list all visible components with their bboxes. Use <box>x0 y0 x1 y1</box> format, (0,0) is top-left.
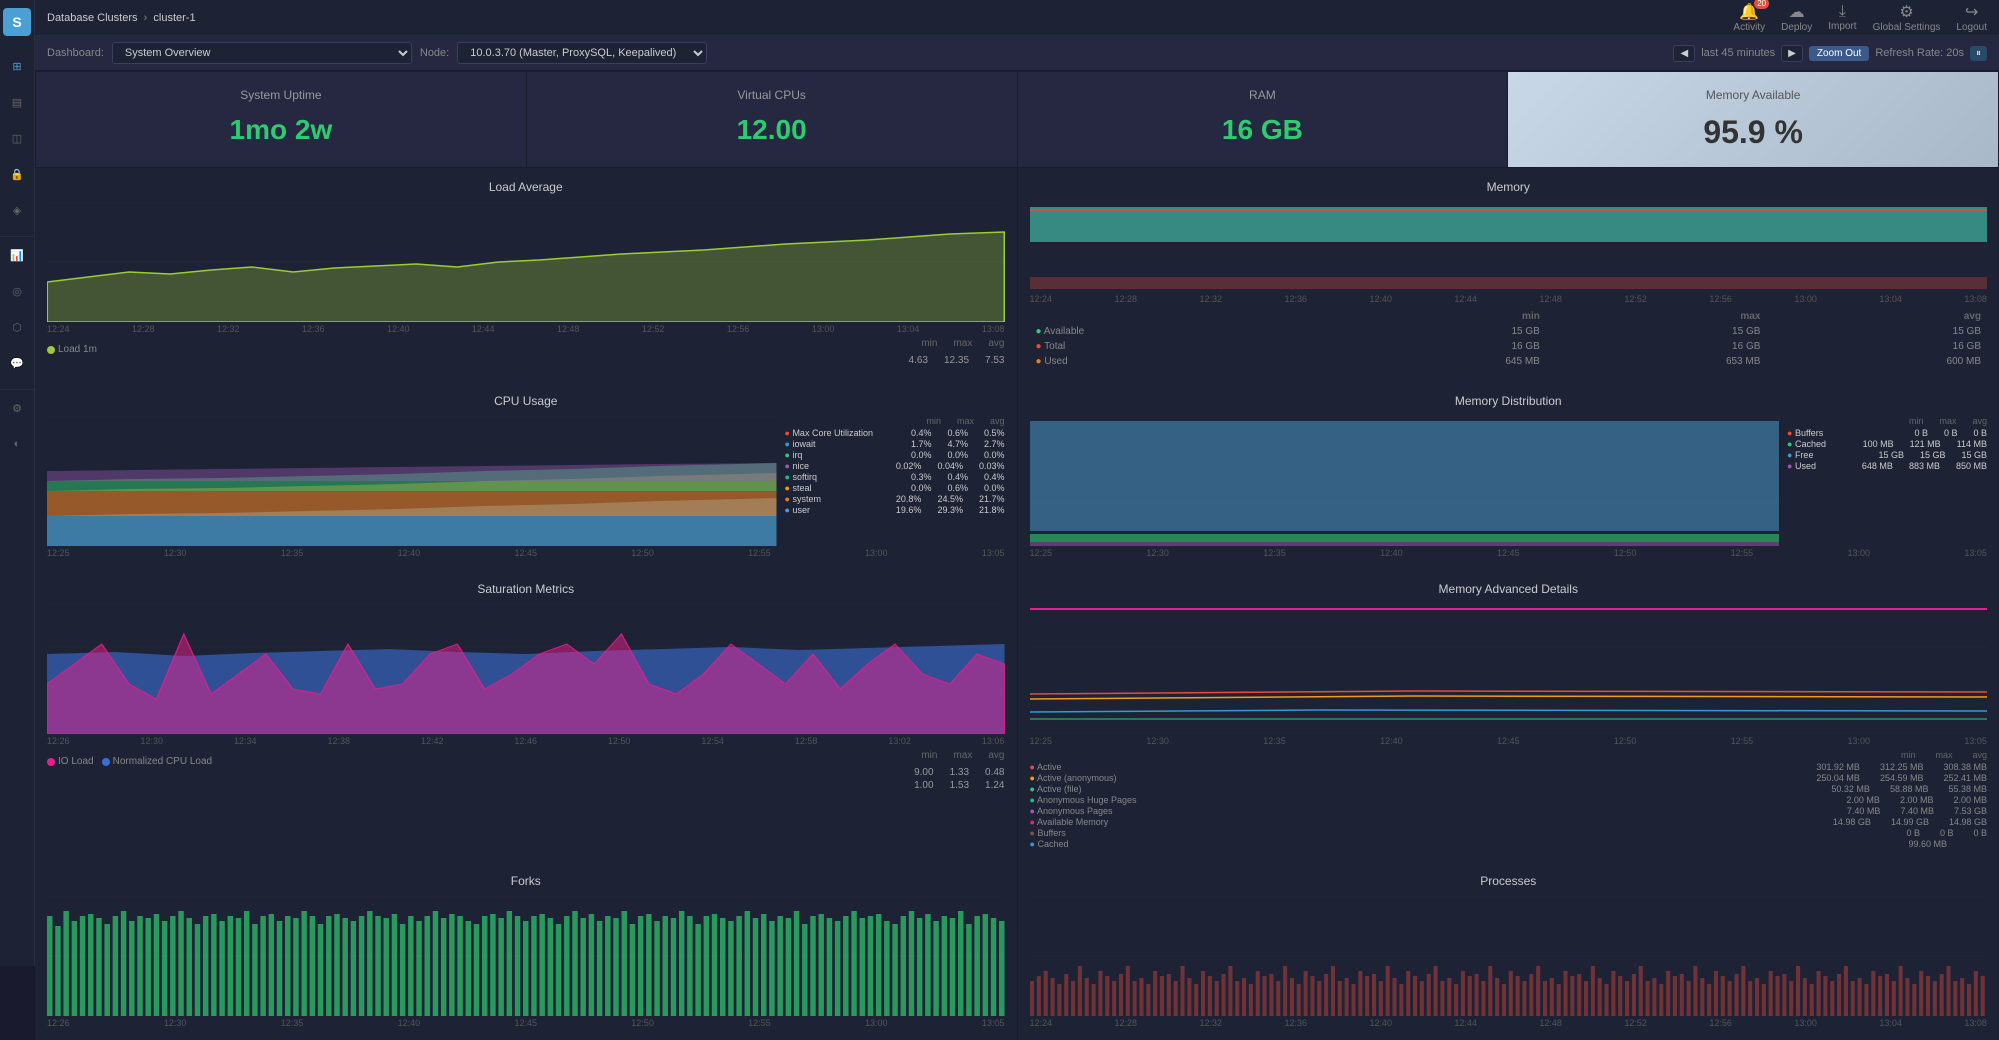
memory-chart <box>1030 202 1988 292</box>
processes-title: Processes <box>1030 874 1988 888</box>
saturation-xaxis: 12:2612:3012:3412:3812:4212:4612:5012:54… <box>47 736 1005 746</box>
mem-dist-legend: minmaxavg ● Buffers 0 B0 B0 B ● Cached 1… <box>1787 416 1987 546</box>
breadcrumb: Database Clusters › cluster-1 <box>47 12 196 24</box>
cpu-xaxis: 12:2512:3012:3512:4012:4512:5012:5513:00… <box>47 548 1005 558</box>
node-label: Node: <box>420 47 449 59</box>
stats-row: System Uptime 1mo 2w Virtual CPUs 12.00 … <box>35 71 1999 168</box>
dashboard-select[interactable]: System Overview <box>112 42 412 64</box>
memory-panel: Memory 12:2412:2812:3212:3612:4012:4412:… <box>1018 168 1999 382</box>
saturation-legend: IO Load Normalized CPU Load <box>47 756 212 767</box>
load-average-title: Load Average <box>47 180 1005 194</box>
memory-title: Memory <box>1030 180 1988 194</box>
ram-value: 16 GB <box>1038 114 1488 146</box>
sidebar-icon-settings[interactable]: ⚙ <box>3 394 31 422</box>
cpu-legend: minmaxavg ● Max Core Utilization 0.4%0.6… <box>785 416 1005 546</box>
topbar: Database Clusters › cluster-1 🔔20 Activi… <box>35 0 1999 36</box>
charts-row-1: Load Average 12:2412:2812:3212:3612:4012… <box>35 168 1999 382</box>
ram-card: RAM 16 GB <box>1018 72 1508 167</box>
vcpu-card: Virtual CPUs 12.00 <box>527 72 1017 167</box>
cpu-usage-panel: CPU Usage <box>35 382 1017 570</box>
charts-row-3: Saturation Metrics 12:2612:3012:3412:381… <box>35 570 1999 862</box>
refresh-rate: Refresh Rate: 20s <box>1875 47 1964 59</box>
sidebar-icon-moon[interactable]: ◐ <box>3 430 31 458</box>
main-content: Dashboard: System Overview Node: 10.0.3.… <box>35 36 1999 1040</box>
node-select[interactable]: 10.0.3.70 (Master, ProxySQL, Keepalived) <box>457 42 707 64</box>
memory-avail-value: 95.9 % <box>1528 114 1978 151</box>
sidebar-icon-servers[interactable]: ▤ <box>3 88 31 116</box>
app-logo[interactable]: S <box>3 8 31 36</box>
sidebar-icon-layers[interactable]: ◫ <box>3 124 31 152</box>
sidebar-icon-home[interactable]: ⊞ <box>3 52 31 80</box>
dashboard-label: Dashboard: <box>47 47 104 59</box>
load-average-panel: Load Average 12:2412:2812:3212:3612:4012… <box>35 168 1017 382</box>
cpu-usage-chart <box>47 416 777 546</box>
activity-button[interactable]: 🔔20 Activity <box>1733 2 1765 33</box>
load-average-legend: Load 1m <box>47 344 97 355</box>
memory-avail-title: Memory Available <box>1528 88 1978 102</box>
uptime-value: 1mo 2w <box>56 114 506 146</box>
logout-icon: ↪ <box>1956 2 1987 22</box>
sidebar-icon-comment[interactable]: 💬 <box>3 349 31 377</box>
charts-row-2: CPU Usage <box>35 382 1999 570</box>
saturation-panel: Saturation Metrics 12:2612:3012:3412:381… <box>35 570 1017 862</box>
vcpu-value: 12.00 <box>547 114 997 146</box>
sidebar-icon-chat[interactable]: ◎ <box>3 277 31 305</box>
load-average-xaxis: 12:2412:2812:3212:3612:4012:4412:4812:52… <box>47 324 1005 334</box>
refresh-button[interactable]: ⏸ <box>1970 46 1987 61</box>
global-settings-button[interactable]: ⚙ Global Settings <box>1873 2 1941 33</box>
memory-xaxis: 12:2412:2812:3212:3612:4012:4412:4812:52… <box>1030 294 1988 304</box>
saturation-title: Saturation Metrics <box>47 582 1005 596</box>
mem-dist-xaxis: 12:2512:3012:3512:4012:4512:5012:5513:00… <box>1030 548 1988 558</box>
memory-advanced-chart <box>1030 604 1988 734</box>
global-settings-icon: ⚙ <box>1873 2 1941 22</box>
memory-advanced-panel: Memory Advanced Details <box>1018 570 1999 862</box>
charts-row-4: Forks bars placeholder <box>35 862 1999 1040</box>
processes-chart <box>1030 896 1988 1016</box>
processes-xaxis: 12:2412:2812:3212:3612:4012:4412:4812:52… <box>1030 1018 1988 1028</box>
forks-title: Forks <box>47 874 1005 888</box>
sidebar-icon-chart[interactable]: 📊 <box>3 241 31 269</box>
memory-stats-table: minmaxavg ● Available 15 GB15 GB15 GB ● … <box>1030 308 1988 370</box>
uptime-card: System Uptime 1mo 2w <box>36 72 526 167</box>
memory-distribution-panel: Memory Distribution <box>1018 382 1999 570</box>
time-range: last 45 minutes <box>1701 47 1775 59</box>
topbar-actions: 🔔20 Activity ☁ Deploy ⤓ Import ⚙ Global … <box>1733 2 1987 33</box>
logout-button[interactable]: ↪ Logout <box>1956 2 1987 33</box>
zoom-out-button[interactable]: Zoom Out <box>1809 46 1869 61</box>
memory-advanced-legend: minmaxavg ● Active 301.92 MB312.25 MB308… <box>1030 750 1988 849</box>
memory-distribution-chart <box>1030 416 1780 546</box>
activity-icon: 🔔20 <box>1733 2 1765 22</box>
forks-chart: bars placeholder <box>47 896 1005 1016</box>
sidebar-icon-lock[interactable]: 🔒 <box>3 160 31 188</box>
memory-advanced-xaxis: 12:2512:3012:3512:4012:4512:5012:5513:00… <box>1030 736 1988 746</box>
ram-title: RAM <box>1038 88 1488 102</box>
toolbar-controls: ◀ last 45 minutes ▶ Zoom Out Refresh Rat… <box>1673 45 1987 62</box>
sidebar: S ⊞ ▤ ◫ 🔒 ◈ 📊 ◎ ⬡ 💬 ⚙ ◐ <box>0 0 35 966</box>
sidebar-icon-shield[interactable]: ◈ <box>3 196 31 224</box>
memory-advanced-title: Memory Advanced Details <box>1030 582 1988 596</box>
deploy-icon: ☁ <box>1781 2 1812 22</box>
processes-panel: Processes <box>1018 862 1999 1040</box>
saturation-chart <box>47 604 1005 734</box>
memory-distribution-title: Memory Distribution <box>1030 394 1988 408</box>
sidebar-icon-package[interactable]: ⬡ <box>3 313 31 341</box>
prev-time-button[interactable]: ◀ <box>1673 45 1695 62</box>
forks-panel: Forks bars placeholder <box>35 862 1017 1040</box>
memory-available-card: Memory Available 95.9 % <box>1508 72 1998 167</box>
import-icon: ⤓ <box>1828 3 1856 21</box>
vcpu-title: Virtual CPUs <box>547 88 997 102</box>
cpu-usage-title: CPU Usage <box>47 394 1005 408</box>
next-time-button[interactable]: ▶ <box>1781 45 1803 62</box>
dashboard-toolbar: Dashboard: System Overview Node: 10.0.3.… <box>35 36 1999 71</box>
forks-xaxis: 12:2612:3012:3512:4012:4512:5012:5513:00… <box>47 1018 1005 1028</box>
uptime-title: System Uptime <box>56 88 506 102</box>
deploy-button[interactable]: ☁ Deploy <box>1781 2 1812 33</box>
import-button[interactable]: ⤓ Import <box>1828 3 1856 32</box>
load-average-chart <box>47 202 1005 322</box>
